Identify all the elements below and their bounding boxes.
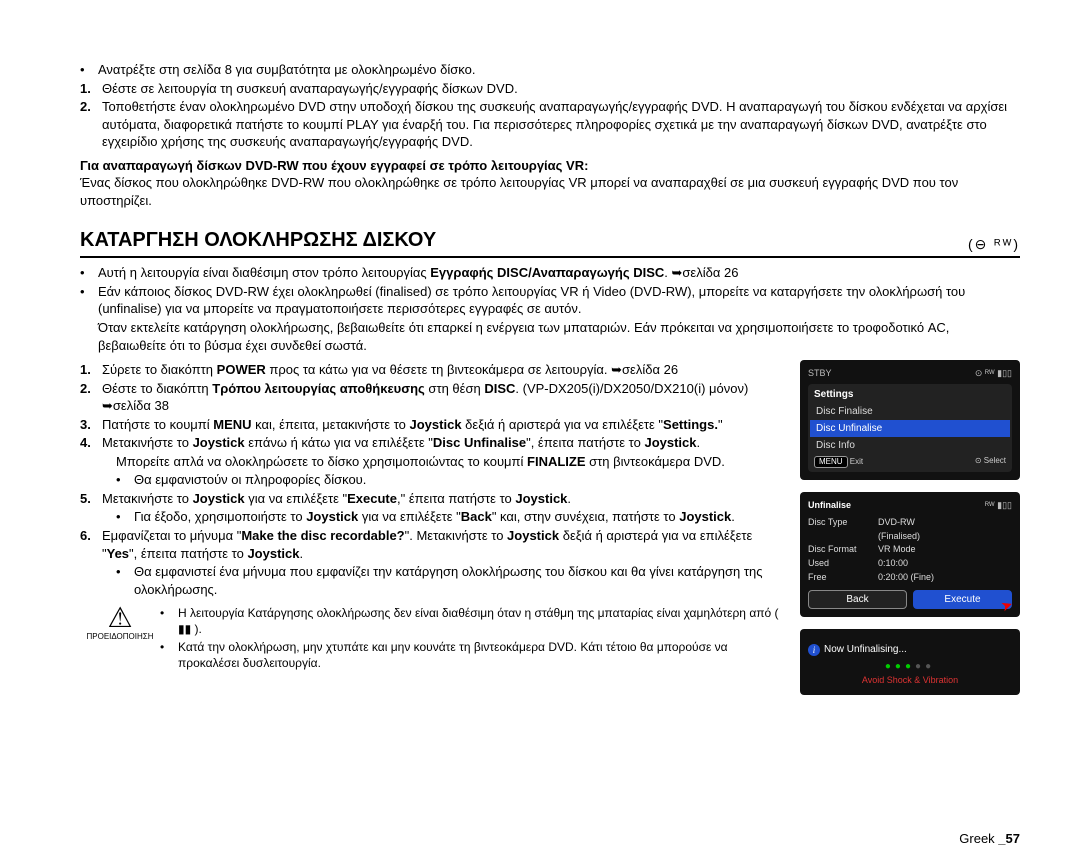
menu-item-disc-info[interactable]: Disc Info bbox=[810, 437, 1010, 454]
menu-item-disc-unfinalise[interactable]: Disc Unfinalise bbox=[810, 420, 1010, 437]
vr-body: Ένας δίσκος που ολοκληρώθηκε DVD-RW που … bbox=[80, 174, 1020, 209]
vr-heading: Για αναπαραγωγή δίσκων DVD-RW που έχουν … bbox=[80, 157, 1020, 175]
body-b2i: Όταν εκτελείτε κατάργηση ολοκλήρωσης, βε… bbox=[98, 319, 1020, 354]
step-2: Θέστε το διακόπτη Τρόπου λειτουργίας απο… bbox=[102, 380, 788, 415]
camera-screen-unfinalise: Unfinaliseᴿᵂ ▮▯▯ Disc TypeDVD-RW (Finali… bbox=[800, 492, 1020, 617]
caution-2: Κατά την ολοκλήρωση, μην χτυπάτε και μην… bbox=[178, 639, 788, 671]
camera-screen-menu: STBY⊙ ᴿᵂ ▮▯▯ Settings Disc Finalise Disc… bbox=[800, 360, 1020, 480]
intro-bullet: Ανατρέξτε στη σελίδα 8 για συμβατότητα μ… bbox=[98, 61, 1020, 79]
menu-select-hint: ⊙ Select bbox=[975, 456, 1006, 468]
body-b1: Αυτή η λειτουργία είναι διαθέσιμη στον τ… bbox=[98, 264, 1020, 282]
intro-step2: Τοποθετήστε έναν ολοκληρωμένο DVD στην υ… bbox=[102, 98, 1020, 151]
step-6: Εμφανίζεται το μήνυμα "Make the disc rec… bbox=[102, 527, 788, 562]
caution-1: Η λειτουργία Κατάργησης ολοκλήρωσης δεν … bbox=[178, 605, 788, 637]
cursor-icon: ➤ bbox=[999, 595, 1016, 616]
menu-item-disc-finalise[interactable]: Disc Finalise bbox=[810, 403, 1010, 420]
body-b2: Εάν κάποιος δίσκος DVD-RW έχει ολοκληρωθ… bbox=[98, 283, 1020, 318]
step-5: Μετακινήστε το Joystick για να επιλέξετε… bbox=[102, 490, 788, 508]
section-icons: (⊖ ᴿᵂ) bbox=[968, 235, 1020, 254]
now-unfinalising-label: Now Unfinalising... bbox=[824, 643, 907, 656]
step-4-sub2: Θα εμφανιστούν οι πληροφορίες δίσκου. bbox=[134, 471, 788, 489]
step-4-sub1: Μπορείτε απλά να ολοκληρώσετε το δίσκο χ… bbox=[116, 453, 788, 471]
menu-exit-button[interactable]: MENU bbox=[814, 456, 848, 468]
step-3: Πατήστε το κουμπί MENU και, έπειτα, μετα… bbox=[102, 416, 788, 434]
menu-settings-label: Settings bbox=[810, 386, 1010, 403]
info-icon: i bbox=[808, 644, 820, 656]
avoid-shock-label: Avoid Shock & Vibration bbox=[808, 675, 1012, 687]
intro-step1: Θέστε σε λειτουργία τη συσκευή αναπαραγω… bbox=[102, 80, 1020, 98]
step-6-sub: Θα εμφανιστεί ένα μήνυμα που εμφανίζει τ… bbox=[134, 563, 788, 598]
step-5-sub: Για έξοδο, χρησιμοποιήστε το Joystick γι… bbox=[134, 508, 788, 526]
step-4: Μετακινήστε το Joystick επάνω ή κάτω για… bbox=[102, 434, 788, 452]
step-1: Σύρετε το διακόπτη POWER προς τα κάτω γι… bbox=[102, 361, 788, 379]
back-button[interactable]: Back bbox=[808, 590, 907, 609]
section-title: ΚΑΤΑΡΓΗΣΗ ΟΛΟΚΛΗΡΩΣΗΣ ΔΙΣΚΟΥ bbox=[80, 227, 436, 254]
execute-button[interactable]: Execute➤ bbox=[913, 590, 1012, 609]
progress-dots: ●●●●● bbox=[808, 660, 1012, 673]
warning-icon: ⚠ ΠΡΟΕΙΔΟΠΟΙΗΣΗ bbox=[80, 604, 160, 643]
camera-screen-progress: i Now Unfinalising... ●●●●● Avoid Shock &… bbox=[800, 629, 1020, 695]
page-footer: Greek _57 bbox=[959, 831, 1020, 846]
